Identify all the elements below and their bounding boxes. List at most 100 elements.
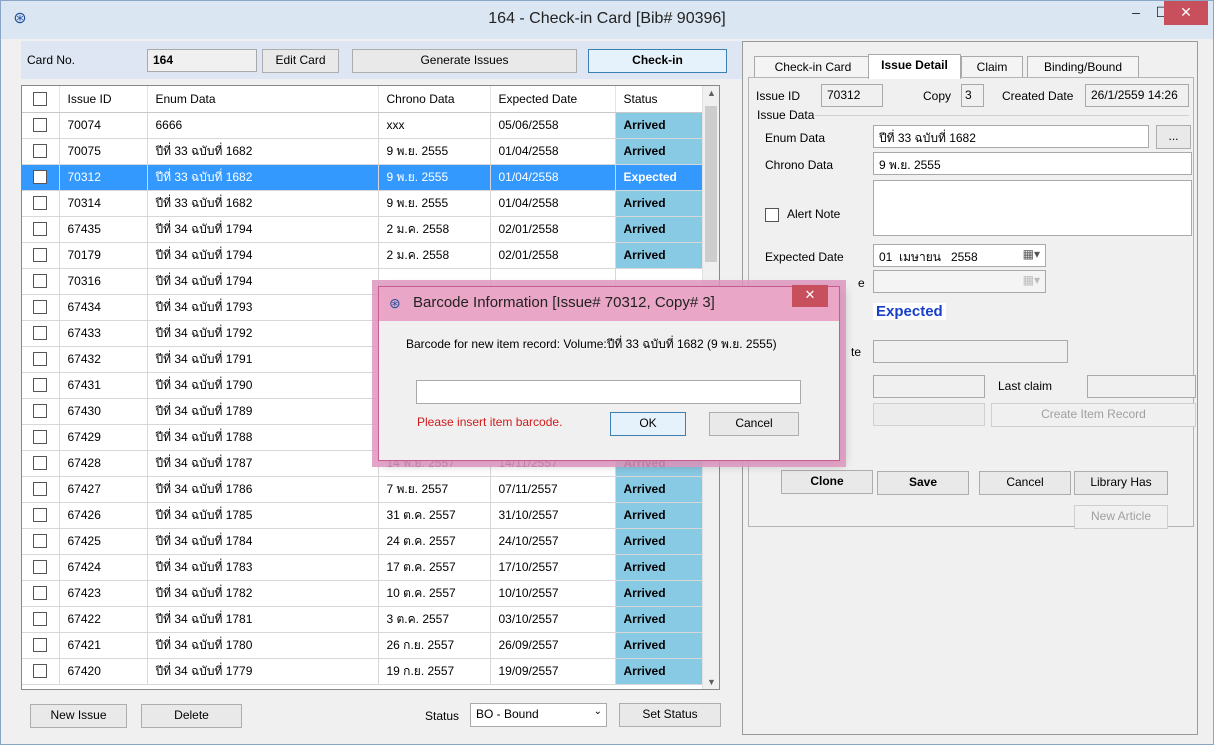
- edit-card-button[interactable]: Edit Card: [262, 49, 339, 73]
- row-checkbox-cell[interactable]: [22, 190, 60, 217]
- row-checkbox[interactable]: [33, 612, 48, 627]
- table-row[interactable]: 67427 ปีที่ 34 ฉบับที่ 1786 7 พ.ย. 2557 07/…: [22, 476, 704, 503]
- tab-binding-bound[interactable]: Binding/Bound: [1027, 56, 1139, 78]
- cancel-button[interactable]: Cancel: [979, 471, 1071, 495]
- close-button[interactable]: ✕: [1164, 1, 1208, 25]
- checkbox-icon[interactable]: [33, 92, 48, 107]
- title-bar[interactable]: ⊛ 164 - Check-in Card [Bib# 90396] – ☐ ✕: [1, 1, 1213, 39]
- set-status-button[interactable]: Set Status: [619, 703, 721, 727]
- barcode-input[interactable]: [416, 380, 801, 404]
- row-checkbox-cell[interactable]: [22, 242, 60, 269]
- tab-check-in-card[interactable]: Check-in Card: [754, 56, 872, 78]
- table-row[interactable]: 67420 ปีที่ 34 ฉบับที่ 1779 19 ก.ย. 2557 19…: [22, 658, 704, 685]
- row-checkbox-cell[interactable]: [22, 320, 60, 347]
- row-checkbox[interactable]: [33, 508, 48, 523]
- row-checkbox[interactable]: [33, 534, 48, 549]
- row-checkbox[interactable]: [33, 352, 48, 367]
- row-checkbox-cell[interactable]: [22, 528, 60, 555]
- row-checkbox-cell[interactable]: [22, 554, 60, 581]
- row-checkbox[interactable]: [33, 248, 48, 263]
- column-header-expected-date[interactable]: Expected Date: [490, 86, 616, 113]
- row-checkbox[interactable]: [33, 638, 48, 653]
- enum-data-field[interactable]: ปีที่ 33 ฉบับที่ 1682: [873, 125, 1149, 148]
- table-row[interactable]: 70179 ปีที่ 34 ฉบับที่ 1794 2 ม.ค. 2558 02/…: [22, 242, 704, 269]
- row-checkbox-cell[interactable]: [22, 424, 60, 451]
- column-header-chrono-data[interactable]: Chrono Data: [378, 86, 491, 113]
- row-checkbox[interactable]: [33, 326, 48, 341]
- table-row[interactable]: 67424 ปีที่ 34 ฉบับที่ 1783 17 ต.ค. 2557 17…: [22, 554, 704, 581]
- status-select[interactable]: BO - Bound ⌄: [470, 703, 607, 727]
- table-row[interactable]: 67435 ปีที่ 34 ฉบับที่ 1794 2 ม.ค. 2558 02/…: [22, 216, 704, 243]
- scroll-down-icon[interactable]: ▼: [706, 677, 717, 687]
- tab-claim[interactable]: Claim: [961, 56, 1023, 78]
- row-checkbox[interactable]: [33, 196, 48, 211]
- row-checkbox-cell[interactable]: [22, 138, 60, 165]
- expected-date-cell: 01/04/2558: [490, 164, 616, 191]
- table-row[interactable]: 67426 ปีที่ 34 ฉบับที่ 1785 31 ต.ค. 2557 31…: [22, 502, 704, 529]
- row-checkbox[interactable]: [33, 222, 48, 237]
- clone-button[interactable]: Clone: [781, 470, 873, 494]
- dialog-close-button[interactable]: ✕: [792, 285, 828, 307]
- calendar-icon[interactable]: ▦▾: [1023, 247, 1040, 261]
- column-header-status[interactable]: Status: [615, 86, 704, 113]
- dialog-title-bar[interactable]: ⊛ Barcode Information [Issue# 70312, Cop…: [379, 287, 839, 321]
- delete-button[interactable]: Delete: [141, 704, 242, 728]
- row-checkbox[interactable]: [33, 144, 48, 159]
- column-header-enum-data[interactable]: Enum Data: [147, 86, 379, 113]
- table-row[interactable]: 67422 ปีที่ 34 ฉบับที่ 1781 3 ต.ค. 2557 03/…: [22, 606, 704, 633]
- row-checkbox-cell[interactable]: [22, 632, 60, 659]
- row-checkbox-cell[interactable]: [22, 372, 60, 399]
- enum-data-cell: ปีที่ 34 ฉบับที่ 1792: [147, 320, 379, 347]
- table-row[interactable]: 70075 ปีที่ 33 ฉบับที่ 1682 9 พ.ย. 2555 01/…: [22, 138, 704, 165]
- new-issue-button[interactable]: New Issue: [30, 704, 127, 728]
- tab-issue-detail[interactable]: Issue Detail: [868, 54, 961, 79]
- row-checkbox-cell[interactable]: [22, 164, 60, 191]
- row-checkbox[interactable]: [33, 664, 48, 679]
- alert-note-field[interactable]: [873, 180, 1192, 236]
- check-in-button[interactable]: Check-in: [588, 49, 727, 73]
- row-checkbox-cell[interactable]: [22, 398, 60, 425]
- row-checkbox[interactable]: [33, 274, 48, 289]
- table-row[interactable]: 67423 ปีที่ 34 ฉบับที่ 1782 10 ต.ค. 2557 10…: [22, 580, 704, 607]
- row-checkbox-cell[interactable]: [22, 294, 60, 321]
- row-checkbox-cell[interactable]: [22, 502, 60, 529]
- row-checkbox-cell[interactable]: [22, 216, 60, 243]
- dialog-ok-button[interactable]: OK: [610, 412, 686, 436]
- select-all-checkbox[interactable]: [22, 86, 60, 113]
- row-checkbox-cell[interactable]: [22, 606, 60, 633]
- row-checkbox-cell[interactable]: [22, 346, 60, 373]
- row-checkbox[interactable]: [33, 430, 48, 445]
- row-checkbox-cell[interactable]: [22, 268, 60, 295]
- row-checkbox-cell[interactable]: [22, 658, 60, 685]
- alert-note-checkbox[interactable]: [765, 208, 779, 222]
- row-checkbox-cell[interactable]: [22, 476, 60, 503]
- scroll-up-icon[interactable]: ▲: [706, 88, 717, 98]
- row-checkbox[interactable]: [33, 300, 48, 315]
- generate-issues-button[interactable]: Generate Issues: [352, 49, 577, 73]
- table-row[interactable]: 67425 ปีที่ 34 ฉบับที่ 1784 24 ต.ค. 2557 24…: [22, 528, 704, 555]
- row-checkbox-cell[interactable]: [22, 450, 60, 477]
- table-row[interactable]: 70074 6666 xxx 05/06/2558 Arrived: [22, 112, 704, 139]
- row-checkbox[interactable]: [33, 560, 48, 575]
- library-has-button[interactable]: Library Has: [1074, 471, 1168, 495]
- table-row[interactable]: 67421 ปีที่ 34 ฉบับที่ 1780 26 ก.ย. 2557 26…: [22, 632, 704, 659]
- expected-date-picker[interactable]: 01 เมษายน 2558 ▦▾: [873, 244, 1046, 267]
- column-header-issue-id[interactable]: Issue ID: [59, 86, 148, 113]
- row-checkbox-cell[interactable]: [22, 112, 60, 139]
- table-row[interactable]: 70312 ปีที่ 33 ฉบับที่ 1682 9 พ.ย. 2555 01/…: [22, 164, 704, 191]
- row-checkbox[interactable]: [33, 586, 48, 601]
- row-checkbox[interactable]: [33, 378, 48, 393]
- save-button[interactable]: Save: [877, 471, 969, 495]
- scroll-thumb[interactable]: [705, 106, 717, 262]
- row-checkbox[interactable]: [33, 118, 48, 133]
- row-checkbox[interactable]: [33, 170, 48, 185]
- enum-browse-button[interactable]: ...: [1156, 125, 1191, 149]
- row-checkbox[interactable]: [33, 404, 48, 419]
- table-row[interactable]: 70314 ปีที่ 33 ฉบับที่ 1682 9 พ.ย. 2555 01/…: [22, 190, 704, 217]
- chrono-data-field[interactable]: 9 พ.ย. 2555: [873, 152, 1192, 175]
- row-checkbox-cell[interactable]: [22, 580, 60, 607]
- row-checkbox[interactable]: [33, 482, 48, 497]
- dialog-cancel-button[interactable]: Cancel: [709, 412, 799, 436]
- row-checkbox[interactable]: [33, 456, 48, 471]
- status-cell: Arrived: [615, 190, 704, 217]
